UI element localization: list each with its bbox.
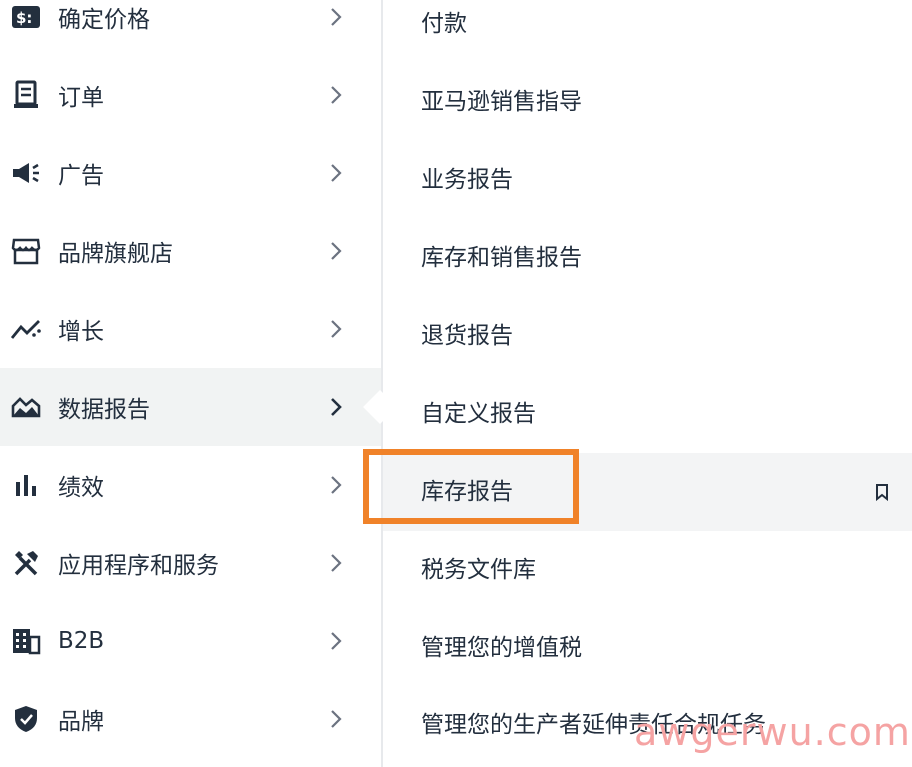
nav-label-pricing: 确定价格 [58, 7, 150, 33]
chevron-right-icon [326, 160, 346, 186]
submenu-label: 付款 [421, 11, 467, 37]
chevron-right-icon [326, 472, 346, 498]
nav-label-orders: 订单 [58, 85, 104, 111]
nav-item-brand-store[interactable]: 品牌旗舰店 [0, 212, 381, 290]
nav-item-pricing[interactable]: $: 确定价格 [0, 0, 381, 56]
nav-label-advertising: 广告 [58, 163, 104, 189]
submenu-label: 退货报告 [421, 323, 513, 349]
growth-icon [10, 313, 42, 345]
nav-item-b2b[interactable]: B2B [0, 602, 381, 680]
chevron-right-icon [326, 316, 346, 342]
chevron-right-icon [326, 394, 346, 420]
tools-icon [10, 547, 42, 579]
submenu-item-payments[interactable]: 付款 [383, 0, 912, 63]
nav-item-growth[interactable]: 增长 [0, 290, 381, 368]
nav-label-growth: 增长 [58, 319, 104, 345]
submenu-item-return-reports[interactable]: 退货报告 [383, 297, 912, 375]
nav-item-apps-services[interactable]: 应用程序和服务 [0, 524, 381, 602]
nav-item-orders[interactable]: 订单 [0, 56, 381, 134]
building-icon [10, 625, 42, 657]
megaphone-icon [10, 157, 42, 189]
submenu-item-inventory-sales-reports[interactable]: 库存和销售报告 [383, 219, 912, 297]
watermark: awgerwu.com [634, 710, 911, 754]
shield-icon [10, 703, 42, 735]
submenu-item-manage-vat[interactable]: 管理您的增值税 [383, 609, 912, 687]
submenu-item-tax-document-library[interactable]: 税务文件库 [383, 531, 912, 609]
chevron-right-icon [326, 82, 346, 108]
nav-label-b2b: B2B [58, 628, 105, 654]
submenu-label: 税务文件库 [421, 557, 536, 583]
submenu-item-custom-reports[interactable]: 自定义报告 [383, 375, 912, 453]
nav-item-brand[interactable]: 品牌 [0, 680, 381, 758]
nav-label-brand-store: 品牌旗舰店 [58, 241, 173, 267]
pricing-icon: $: [10, 1, 42, 33]
main-nav-menu: $: 确定价格 订单 广告 品牌旗舰店 增长 数据报告 绩效 应用程序和服务 B… [0, 0, 381, 767]
bookmark-icon[interactable] [873, 483, 891, 502]
nav-label-performance: 绩效 [58, 475, 104, 501]
chevron-right-icon [326, 628, 346, 654]
nav-item-advertising[interactable]: 广告 [0, 134, 381, 212]
highlight-annotation-box [363, 449, 579, 524]
chevron-right-icon [326, 706, 346, 732]
chevron-right-icon [326, 238, 346, 264]
submenu-label: 库存和销售报告 [421, 245, 582, 271]
submenu-item-selling-coach[interactable]: 亚马逊销售指导 [383, 63, 912, 141]
submenu-label: 管理您的增值税 [421, 635, 582, 661]
nav-item-reports[interactable]: 数据报告 [0, 368, 381, 446]
submenu-label: 自定义报告 [421, 401, 536, 427]
submenu-label: 亚马逊销售指导 [421, 89, 582, 115]
reports-submenu: 付款 亚马逊销售指导 业务报告 库存和销售报告 退货报告 自定义报告 库存报告 … [383, 0, 912, 767]
svg-text:$:: $: [16, 9, 32, 27]
nav-label-reports: 数据报告 [58, 397, 150, 423]
nav-label-apps-services: 应用程序和服务 [58, 553, 219, 579]
reports-icon [10, 391, 42, 423]
bar-chart-icon [10, 469, 42, 501]
orders-icon [10, 79, 42, 111]
nav-item-performance[interactable]: 绩效 [0, 446, 381, 524]
submenu-item-business-reports[interactable]: 业务报告 [383, 141, 912, 219]
chevron-right-icon [326, 550, 346, 576]
submenu-label: 业务报告 [421, 167, 513, 193]
storefront-icon [10, 235, 42, 267]
chevron-right-icon [326, 4, 346, 30]
nav-label-brand: 品牌 [58, 709, 104, 735]
